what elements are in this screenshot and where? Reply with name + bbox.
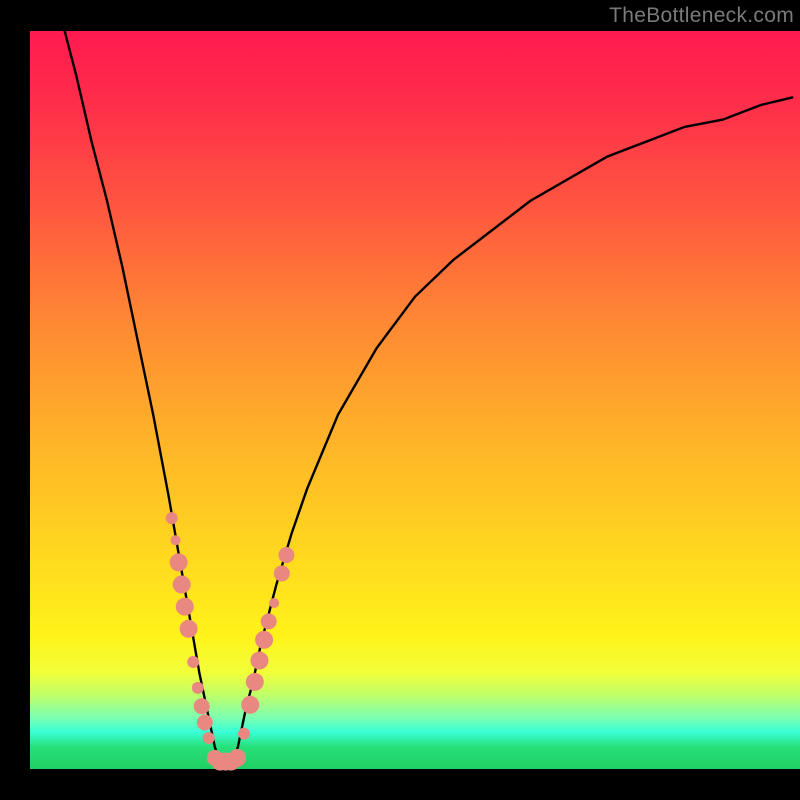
- data-marker: [166, 512, 178, 524]
- data-marker: [278, 547, 294, 563]
- data-marker: [250, 652, 268, 670]
- data-marker: [197, 715, 213, 731]
- data-marker: [269, 598, 279, 608]
- data-marker: [180, 620, 198, 638]
- data-marker: [274, 565, 290, 581]
- data-marker: [241, 696, 259, 714]
- data-marker: [228, 749, 246, 767]
- data-marker: [171, 535, 181, 545]
- data-marker: [192, 682, 204, 694]
- data-marker: [194, 698, 210, 714]
- data-marker: [176, 598, 194, 616]
- data-marker: [261, 613, 277, 629]
- chart-frame: TheBottleneck.com: [0, 0, 800, 800]
- data-marker: [238, 728, 250, 740]
- data-marker: [255, 631, 273, 649]
- data-marker: [170, 553, 188, 571]
- data-marker: [173, 576, 191, 594]
- data-marker: [246, 673, 264, 691]
- data-marker: [203, 732, 215, 744]
- data-marker: [187, 656, 199, 668]
- bottleneck-curve: [65, 31, 793, 769]
- chart-overlay: [0, 0, 800, 800]
